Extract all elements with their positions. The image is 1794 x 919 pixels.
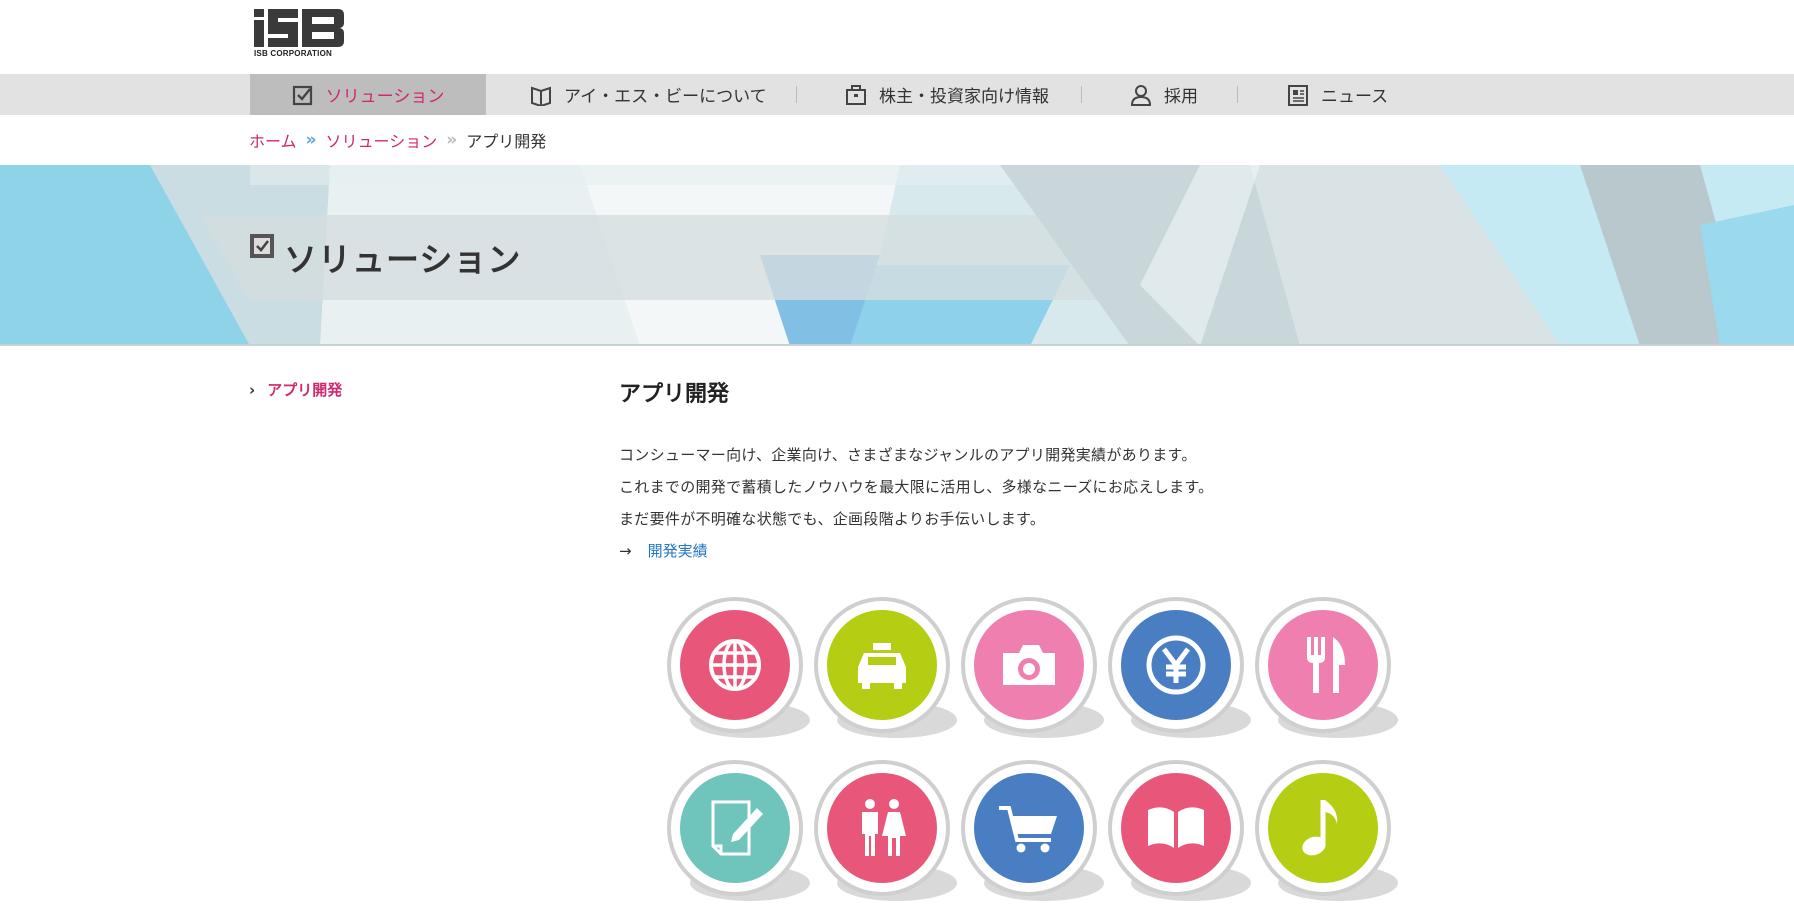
site-header: ISB CORPORATION — [0, 0, 1794, 74]
taxi-icon — [813, 596, 959, 742]
sidebar-item-label: アプリ開発 — [267, 381, 343, 399]
breadcrumb-separator: » — [446, 130, 458, 150]
nav-item-label: 採用 — [1164, 87, 1198, 107]
breadcrumb-home[interactable]: ホーム — [249, 128, 297, 152]
nav-item-label: ニュース — [1321, 87, 1389, 107]
memo-pencil-icon — [666, 759, 812, 905]
music-note-icon — [1254, 759, 1400, 905]
nav-divider — [796, 86, 797, 103]
nav-item-label: アイ・エス・ビーについて — [564, 87, 767, 107]
globe-icon — [666, 596, 812, 742]
breadcrumb-current: アプリ開発 — [466, 132, 547, 151]
description-line: これまでの開発で蓄積したノウハウを最大限に活用し、多様なニーズにお応えします。 — [619, 478, 1214, 496]
results-link[interactable]: 開発実績 — [648, 540, 708, 561]
newspaper-icon — [1287, 84, 1309, 106]
results-link-row: → 開発実績 — [619, 540, 708, 561]
sidebar-item-app-dev[interactable]: › アプリ開発 — [249, 379, 342, 400]
yen-icon — [1107, 596, 1253, 742]
fork-knife-icon — [1254, 596, 1400, 742]
nav-item-label: 株主・投資家向け情報 — [879, 87, 1049, 107]
nav-divider — [1081, 86, 1082, 103]
nav-item-recruit[interactable]: 採用 — [1130, 74, 1198, 115]
chevron-right-icon: › — [249, 380, 256, 399]
global-nav: ソリューション アイ・エス・ビーについて 株主・投資家向け情報 採用 ニュース — [0, 74, 1794, 115]
nav-divider — [1237, 86, 1238, 103]
arrow-right-icon: → — [619, 541, 632, 560]
person-icon — [1130, 84, 1152, 106]
nav-item-ir[interactable]: 株主・投資家向け情報 — [845, 74, 1049, 115]
nav-item-solution[interactable]: ソリューション — [250, 74, 486, 115]
people-icon — [813, 759, 959, 905]
nav-item-label: ソリューション — [325, 87, 445, 107]
camera-icon — [960, 596, 1106, 742]
page-title-text: ソリューション — [284, 240, 522, 279]
logo-subtitle: ISB CORPORATION — [254, 49, 332, 58]
nav-item-about[interactable]: アイ・エス・ビーについて — [530, 74, 767, 115]
checkbox-icon — [249, 234, 275, 270]
checkbox-icon — [292, 84, 314, 106]
shopping-cart-icon — [960, 759, 1106, 905]
section-title: アプリ開発 — [619, 382, 730, 407]
open-book-icon — [1107, 759, 1253, 905]
breadcrumb-separator: » — [305, 130, 317, 150]
breadcrumb: ホーム » ソリューション » アプリ開発 — [249, 128, 546, 152]
description-line: コンシューマー向け、企業向け、さまざまなジャンルのアプリ開発実績があります。 — [619, 446, 1197, 464]
description-line: まだ要件が不明確な状態でも、企画段階よりお手伝いします。 — [619, 510, 1046, 528]
hero-banner: ソリューション — [0, 165, 1794, 346]
briefcase-icon — [845, 84, 867, 106]
breadcrumb-solution[interactable]: ソリューション — [326, 128, 438, 152]
nav-item-news[interactable]: ニュース — [1287, 74, 1388, 115]
book-icon — [530, 84, 552, 106]
page-title: ソリューション — [249, 233, 521, 281]
